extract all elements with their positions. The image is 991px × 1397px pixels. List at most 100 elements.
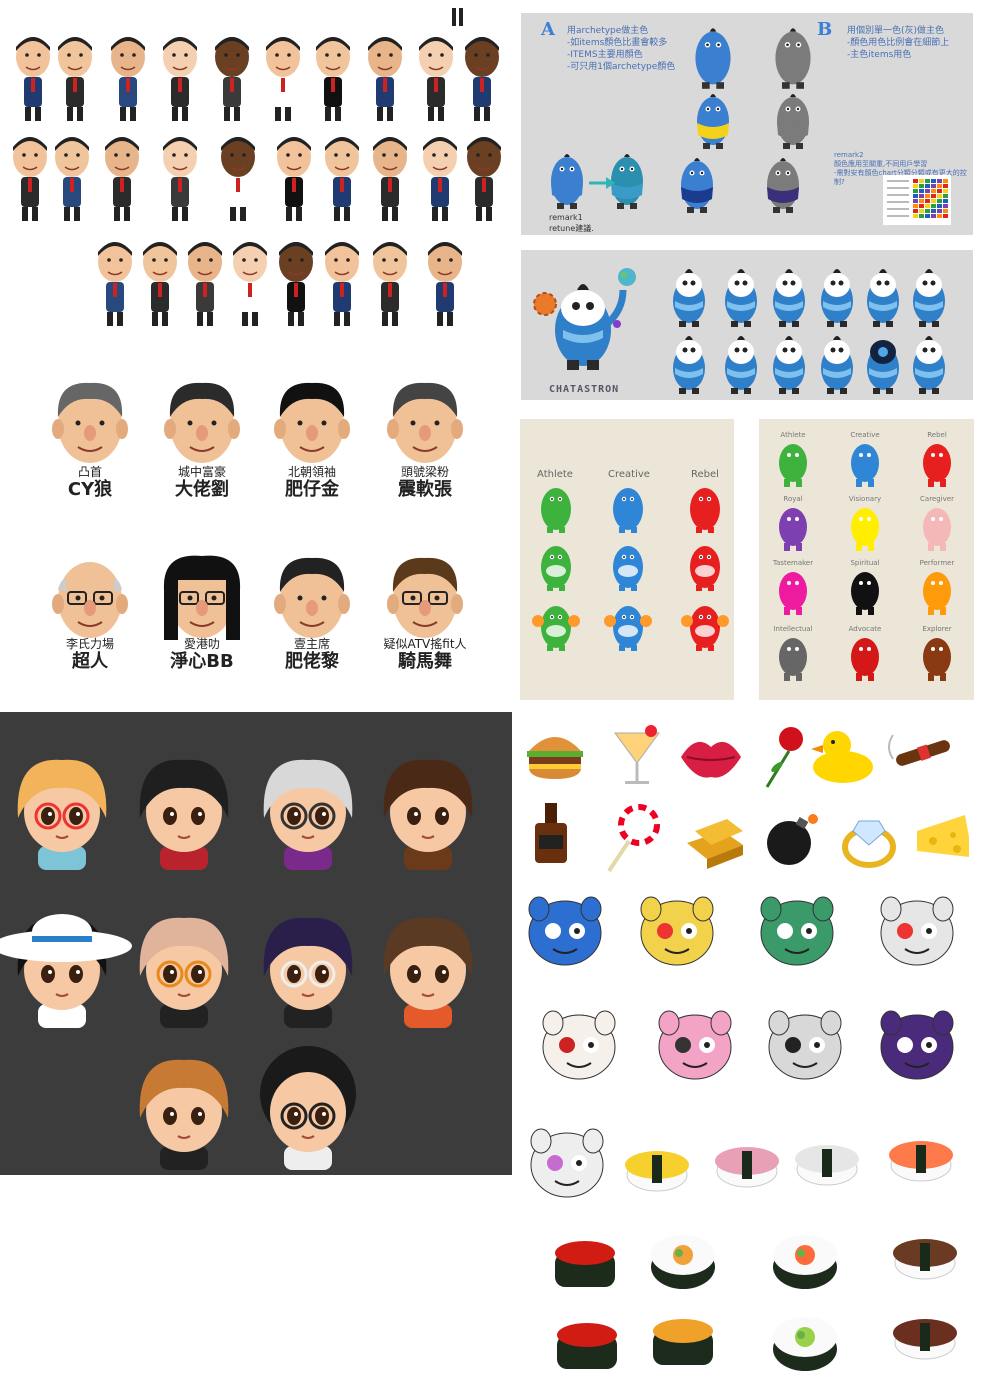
- politician-caption: 北朝領袖 肥仔金: [260, 465, 364, 501]
- swatch: [943, 199, 948, 203]
- swatch: [937, 194, 942, 198]
- archetype-blob: [613, 546, 643, 591]
- swatch: [937, 209, 942, 213]
- swatch: [943, 179, 948, 183]
- swatch: [931, 214, 936, 218]
- chatastron-variant: [867, 269, 899, 327]
- monster-sticker: [760, 896, 834, 966]
- chatastron-variant: [773, 269, 805, 327]
- politician-head: [52, 562, 128, 638]
- swatch: [931, 179, 936, 183]
- caricature-figure: [423, 137, 457, 221]
- swatch: [937, 199, 942, 203]
- swatch: [943, 189, 948, 193]
- caption-subtitle: 愛港叻: [183, 637, 220, 651]
- archetype-blob-creative: [851, 444, 879, 487]
- sushi-icon: [625, 1151, 689, 1192]
- swatch: [913, 214, 918, 218]
- caricature-figure: [428, 242, 462, 326]
- sushi-icon: [651, 1235, 715, 1289]
- chatastron-art: [533, 268, 945, 394]
- swatch: [937, 214, 942, 218]
- chatastron-variant: [725, 336, 757, 394]
- monster-sticker: [880, 896, 954, 966]
- swatch: [913, 189, 918, 193]
- caricature-figure: [325, 137, 359, 221]
- caricature-figure: [111, 37, 145, 121]
- swatch: [943, 194, 948, 198]
- swatch: [919, 194, 924, 198]
- chatastron-variant: [913, 336, 945, 394]
- archetype-label-performer: Performer: [919, 559, 955, 567]
- archetype-blob: [681, 606, 729, 651]
- caricature-figure: [316, 37, 350, 121]
- politician-head: [274, 557, 350, 638]
- gold-bars-icon: [687, 819, 743, 869]
- chatastron-variant: [867, 340, 899, 394]
- chatastron-variant: [673, 336, 705, 394]
- sushi-icon: [773, 1235, 837, 1289]
- monster-sticker: [658, 1010, 732, 1080]
- caricature-figures: [13, 8, 501, 326]
- swatch: [937, 179, 942, 183]
- sushi-icon: [557, 1323, 617, 1369]
- archetype-label-explorer: Explorer: [922, 625, 952, 633]
- swatch: [943, 214, 948, 218]
- caricature-figure: [266, 37, 300, 121]
- swatch: [925, 179, 930, 183]
- sushi-icon: [889, 1141, 953, 1182]
- sushi-icon: [555, 1241, 615, 1287]
- caricature-figure: [325, 242, 359, 326]
- avatar-heads: [0, 759, 473, 1170]
- swatch: [937, 184, 942, 188]
- politician-head: [163, 555, 241, 640]
- chatastron-variant: [773, 336, 805, 394]
- politician-head: [387, 382, 463, 463]
- swatch: [913, 209, 918, 213]
- archetype-label-royal: Royal: [783, 495, 803, 503]
- archetype-blob: [690, 546, 720, 591]
- sushi-icon: [773, 1317, 837, 1371]
- archetype-blob: [604, 606, 652, 651]
- caricature-figure: [373, 242, 407, 326]
- caricature-figure: [188, 242, 222, 326]
- swatch: [913, 194, 918, 198]
- caricature-figure: [277, 137, 311, 221]
- monster-sticker: [880, 1010, 954, 1080]
- sushi-icon: [893, 1239, 957, 1280]
- caricature-figure: [163, 37, 197, 121]
- chatastron-mascot: [555, 284, 627, 370]
- archetype-label-rebel: Rebel: [927, 431, 947, 439]
- rubber-duck-icon: [811, 731, 873, 783]
- caricature-figure: [13, 137, 47, 221]
- swatch: [913, 179, 918, 183]
- politician-caption: 城中富豪 大佬劉: [150, 465, 254, 501]
- swatch: [919, 214, 924, 218]
- color-chart-thumbnail: [883, 175, 951, 225]
- politician-head: [387, 557, 463, 638]
- character-blob: [767, 158, 799, 213]
- archetype-blob: [613, 488, 643, 533]
- caption-subtitle: 李氏力場: [65, 637, 114, 651]
- caption-subtitle: 北朝領袖: [287, 465, 336, 479]
- monster-sticker: [530, 1128, 604, 1198]
- archetype-blob-tastemaker: [779, 572, 807, 615]
- archetype-label-visionary: Visionary: [848, 495, 882, 503]
- archetype-blob-rebel: [923, 444, 951, 487]
- caption-nickname: 大佬劉: [175, 479, 229, 500]
- mascot-name: CHATASTRON: [549, 384, 620, 395]
- cigar-icon: [888, 734, 950, 766]
- caption-subtitle: 凸首: [77, 465, 102, 479]
- swatch: [913, 199, 918, 203]
- character-blob: [777, 94, 809, 149]
- bomb-icon: [767, 814, 818, 865]
- archetype-blob-explorer: [923, 638, 951, 681]
- politician-head: [52, 382, 128, 463]
- caricature-figure: [163, 137, 197, 221]
- burger-icon: [527, 737, 583, 779]
- character-blob: [775, 28, 811, 89]
- archetype-blob-performer: [923, 572, 951, 615]
- caricature-figure: [467, 137, 501, 221]
- politician-caption: 李氏力場 超人: [38, 637, 142, 673]
- rose-icon: [765, 727, 803, 788]
